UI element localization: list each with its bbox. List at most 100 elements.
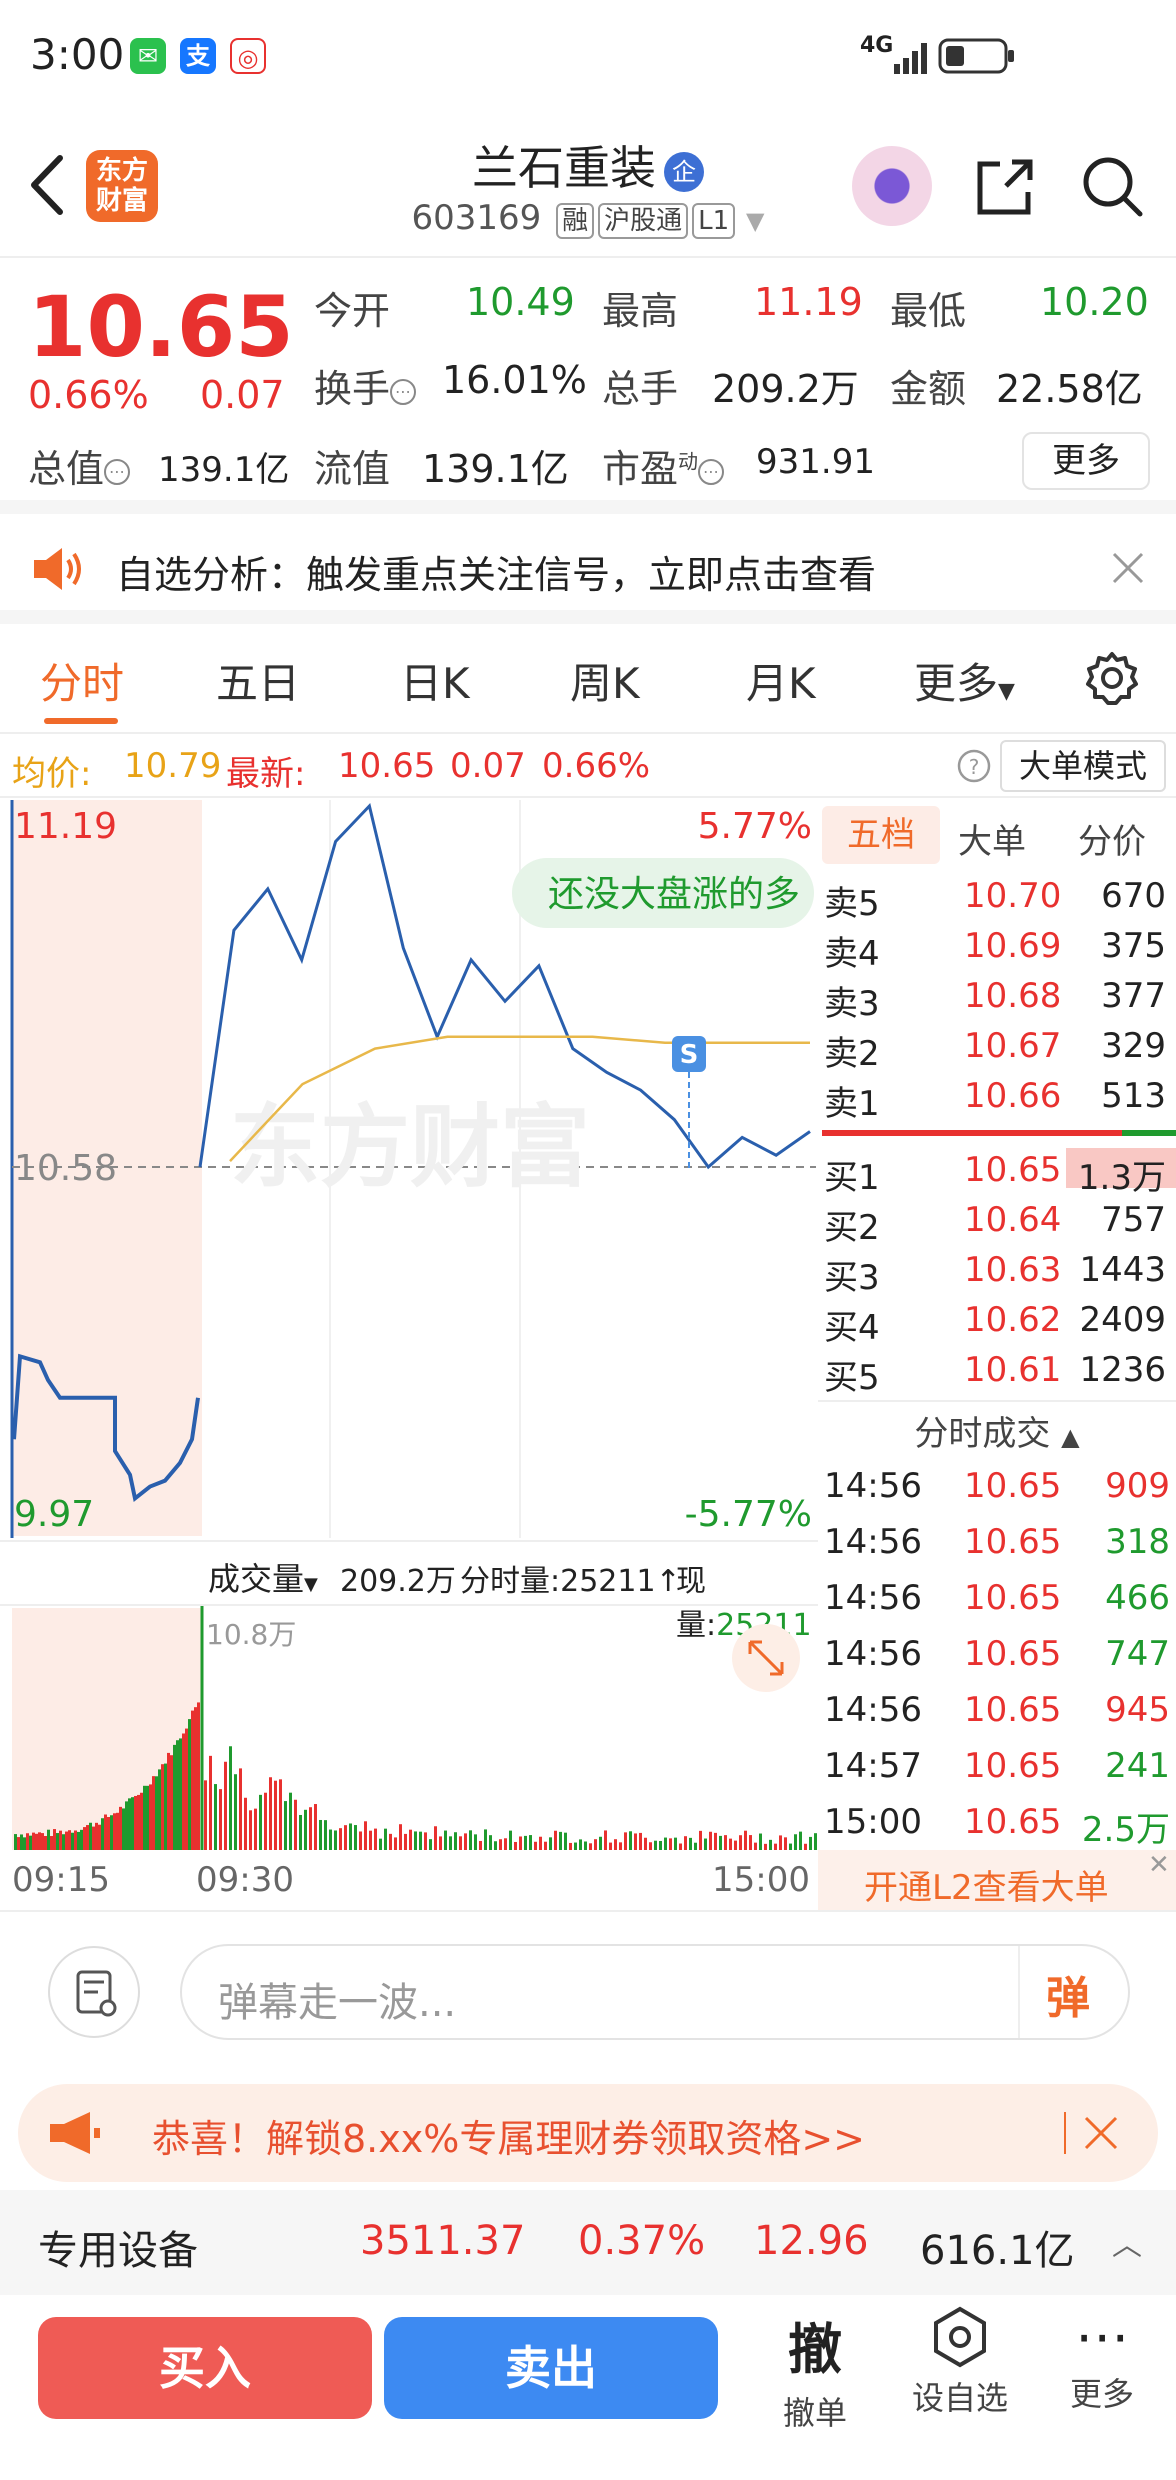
ticks-title[interactable]: 分时成交 ▲ — [818, 1406, 1176, 1455]
volume-bar — [137, 1794, 140, 1850]
tab-monthly-k[interactable]: 月K — [746, 650, 816, 711]
volume-bar — [444, 1830, 447, 1850]
speaker-icon — [34, 548, 81, 590]
megaphone-icon — [50, 2112, 100, 2154]
current-price: 10.65 — [28, 278, 294, 376]
volume-bar — [83, 1827, 86, 1850]
quote-more-button[interactable]: 更多 — [1022, 432, 1150, 490]
volume-bar — [143, 1785, 146, 1850]
intraday-chart[interactable]: 东方财富 还没大盘涨的多 11.19 10.58 9.97 5.77% -5.7… — [0, 798, 818, 1540]
sell-row-5[interactable]: 卖5 10.70 670 — [818, 870, 1176, 924]
dropdown-triangle-icon[interactable]: ▼ — [746, 207, 764, 235]
volume-bar — [734, 1840, 737, 1850]
volume-bar — [119, 1806, 122, 1850]
volume-bar — [176, 1740, 179, 1850]
chart-tabs: 分时 五日 日K 周K 月K 更多▼ — [0, 624, 1176, 734]
volume-bar — [629, 1831, 632, 1850]
status-bar: 3:00 ✉ 支 ◎ 4G — [0, 0, 1176, 118]
buy-row-4[interactable]: 买4 10.62 2409 — [818, 1294, 1176, 1348]
comment-bar: 弹幕走一波... 弹 — [0, 1912, 1176, 2070]
sell-row-2[interactable]: 卖2 10.67 329 — [818, 1020, 1176, 1074]
expand-icon[interactable] — [732, 1624, 800, 1692]
buy-row-5[interactable]: 买5 10.61 1236 — [818, 1344, 1176, 1398]
volume-bar — [779, 1835, 782, 1850]
volume-chart[interactable]: 10.8万 — [0, 1606, 818, 1850]
buy-row-3[interactable]: 买3 10.63 1443 — [818, 1244, 1176, 1298]
info-icon[interactable]: ⋯ — [698, 458, 725, 485]
volume-bar — [489, 1835, 492, 1850]
help-icon[interactable]: ? — [956, 748, 992, 784]
volume-bar — [334, 1830, 337, 1850]
volume-bar — [389, 1833, 392, 1850]
tab-intraday[interactable]: 分时 — [40, 650, 124, 711]
assistant-robot-icon[interactable] — [852, 146, 932, 226]
volume-bar — [349, 1823, 352, 1850]
volume-bar — [191, 1710, 194, 1850]
more-actions-button[interactable]: ⋯ 更多 — [1052, 2305, 1152, 2415]
volume-bar — [424, 1832, 427, 1850]
volume-bar — [669, 1838, 672, 1850]
volume-bar — [514, 1841, 517, 1850]
volume-bar — [624, 1832, 627, 1850]
volume-bar — [504, 1838, 507, 1850]
buy-row-2[interactable]: 买2 10.64 757 — [818, 1194, 1176, 1248]
danmu-input[interactable]: 弹幕走一波... 弹 — [180, 1944, 1130, 2040]
close-icon[interactable] — [1082, 2114, 1120, 2152]
search-icon[interactable] — [1078, 152, 1148, 222]
low-label: 最低 — [890, 289, 967, 333]
danmu-settings-icon[interactable] — [48, 1946, 140, 2038]
high-value: 11.19 — [754, 280, 863, 324]
volume-bar — [209, 1755, 212, 1850]
buy-row-1[interactable]: 买1 10.65 1.3万 — [818, 1144, 1176, 1198]
volume-bar — [41, 1833, 44, 1850]
add-watchlist-button[interactable]: 设自选 — [900, 2305, 1020, 2419]
volume-bar — [164, 1763, 167, 1850]
sell-row-4[interactable]: 卖4 10.69 375 — [818, 920, 1176, 974]
volume-bar — [44, 1836, 47, 1850]
buy-button[interactable]: 买入 — [38, 2317, 372, 2419]
tab-daily-k[interactable]: 日K — [400, 650, 470, 711]
volume-bar — [149, 1784, 152, 1850]
tab-more[interactable]: 更多▼ — [914, 650, 1015, 711]
volume-bar — [399, 1824, 402, 1850]
s-marker-icon[interactable]: S — [672, 1036, 706, 1168]
big-order-mode-button[interactable]: 大单模式 — [1000, 740, 1166, 792]
volume-bar — [107, 1816, 110, 1850]
settings-gear-icon[interactable] — [1084, 650, 1140, 706]
volume-bar — [769, 1839, 772, 1850]
volume-bar — [639, 1832, 642, 1850]
total-cap-label: 总值 ⋯ — [28, 438, 131, 493]
pct-bottom-label: -5.77% — [685, 1494, 812, 1535]
sell-button[interactable]: 卖出 — [384, 2317, 718, 2419]
promo-banner[interactable]: 恭喜！解锁8.xx%专属理财券领取资格>> — [18, 2084, 1158, 2182]
open-label: 今开 — [314, 289, 391, 333]
sell-row-1[interactable]: 卖1 10.66 513 — [818, 1070, 1176, 1124]
tab-five-day[interactable]: 五日 — [216, 650, 300, 711]
change-percent: 0.66% — [28, 373, 149, 417]
volume-header: 成交量▼ 209.2万 分时量:25211↑ 现量:25211 — [0, 1540, 818, 1643]
tab-price-dist[interactable]: 分价 — [1078, 814, 1146, 863]
close-icon[interactable] — [1110, 550, 1146, 586]
cancel-order-button[interactable]: 撤 撤单 — [770, 2305, 860, 2434]
l2-upsell[interactable]: 开通L2查看大单 ✕ — [818, 1850, 1176, 1910]
volume-bar — [74, 1830, 77, 1850]
volume-bar — [439, 1836, 442, 1850]
analysis-alert[interactable]: 自选分析：触发重点关注信号，立即点击查看 — [0, 514, 1176, 624]
tab-five-levels[interactable]: 五档 — [822, 806, 940, 864]
volume-bar — [464, 1833, 467, 1850]
share-icon[interactable] — [970, 152, 1040, 222]
sell-row-3[interactable]: 卖3 10.68 377 — [818, 970, 1176, 1024]
volume-bar — [92, 1826, 95, 1850]
volume-total: 209.2万 — [340, 1564, 456, 1599]
volume-selector[interactable]: 成交量▼ — [208, 1554, 318, 1600]
danmu-send-icon[interactable]: 弹 — [1046, 1962, 1090, 2026]
volume-bar — [319, 1819, 322, 1850]
info-icon[interactable]: ⋯ — [390, 378, 417, 405]
close-icon[interactable]: ✕ — [1148, 1850, 1170, 1880]
tab-big-orders[interactable]: 大单 — [958, 814, 1026, 863]
info-icon[interactable]: ⋯ — [104, 458, 131, 485]
sector-row[interactable]: 专用设备 3511.37 0.37% 12.96 616.1亿 ︿ — [0, 2190, 1176, 2295]
chevron-up-icon[interactable]: ︿ — [1112, 2220, 1142, 2264]
tab-weekly-k[interactable]: 周K — [570, 650, 640, 711]
pe-value: 931.91 — [756, 442, 875, 482]
